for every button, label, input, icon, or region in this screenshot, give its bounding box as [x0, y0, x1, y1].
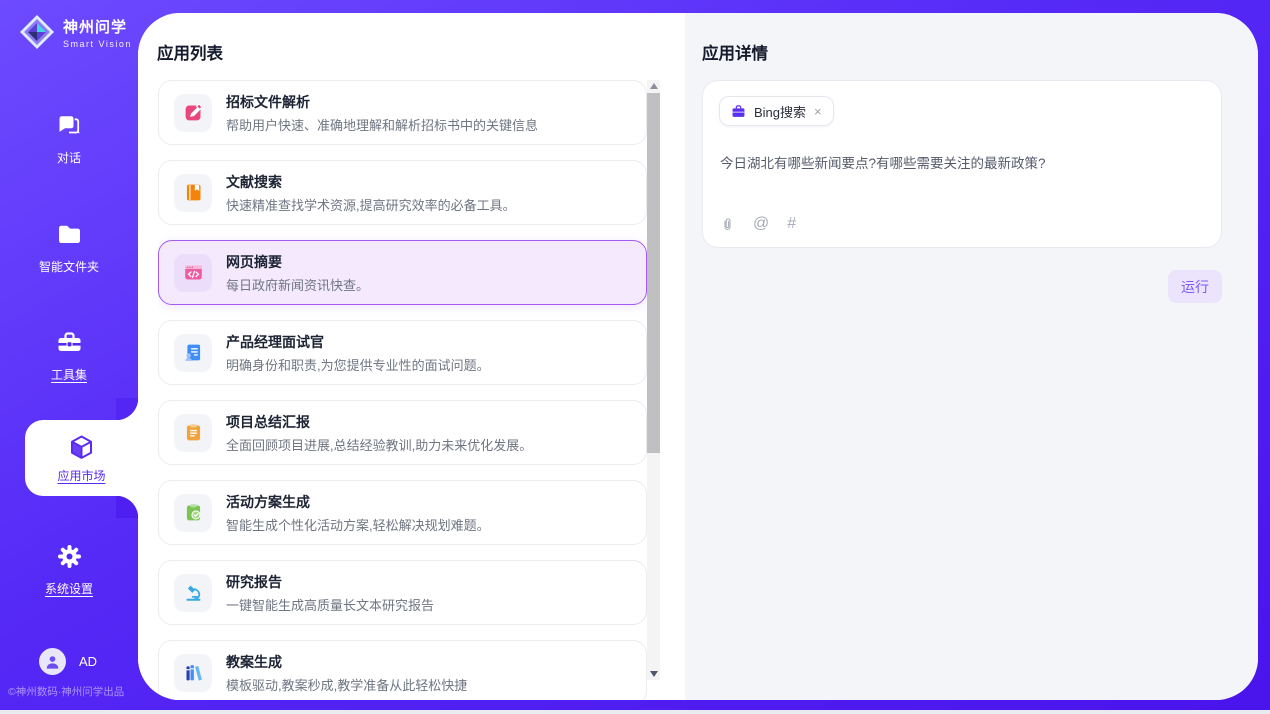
app-card-texts: 文献搜索快速精准查找学术资源,提高研究效率的必备工具。 [226, 172, 516, 214]
sidebar-item-label: 系统设置 [0, 580, 138, 597]
sidebar-item-settings[interactable]: 系统设置 [0, 543, 138, 597]
sidebar-item-market[interactable]: 应用市场 [25, 420, 138, 496]
research-icon [174, 574, 212, 612]
app-card-description: 明确身份和职责,为您提供专业性的面试问题。 [226, 355, 490, 374]
app-card[interactable]: 研究报告一键智能生成高质量长文本研究报告 [158, 560, 647, 625]
app-card-texts: 研究报告一键智能生成高质量长文本研究报告 [226, 572, 434, 614]
scroll-down-arrow-icon[interactable] [650, 671, 658, 677]
app-card-description: 帮助用户快速、准确地理解和解析招标书中的关键信息 [226, 115, 538, 134]
app-detail-panel: 应用详情 Bing搜索 × 今日湖北有哪些新闻要点?有哪些需要关注的最新政策? … [685, 13, 1258, 700]
at-icon[interactable]: @ [753, 215, 769, 233]
briefcase-icon [731, 104, 746, 119]
app-card[interactable]: 文献搜索快速精准查找学术资源,提高研究效率的必备工具。 [158, 160, 647, 225]
query-input[interactable]: 今日湖北有哪些新闻要点?有哪些需要关注的最新政策? [720, 152, 1205, 172]
literature-book-icon [174, 174, 212, 212]
scroll-up-arrow-icon[interactable] [650, 83, 658, 89]
sidebar-item-label: 智能文件夹 [0, 258, 138, 275]
copyright-text: ©神州数码·神州问学出品 [8, 684, 124, 699]
app-detail-title: 应用详情 [702, 40, 768, 64]
app-card-description: 全面回顾项目进展,总结经验教训,助力未来优化发展。 [226, 435, 532, 454]
sidebar: 神州问学 Smart Vision 对话智能文件夹工具集应用市场系统设置 AD … [0, 0, 138, 710]
app-list-panel: 应用列表 招标文件解析帮助用户快速、准确地理解和解析招标书中的关键信息文献搜索快… [138, 13, 685, 700]
sidebar-item-label: 工具集 [0, 366, 138, 383]
sidebar-item-chat[interactable]: 对话 [0, 112, 138, 166]
prompt-editor-card: Bing搜索 × 今日湖北有哪些新闻要点?有哪些需要关注的最新政策? @# [702, 80, 1222, 248]
user-avatar-icon [39, 648, 66, 675]
app-card[interactable]: 招标文件解析帮助用户快速、准确地理解和解析招标书中的关键信息 [158, 80, 647, 145]
lesson-books-icon [174, 654, 212, 692]
sidebar-item-label: 对话 [0, 149, 138, 166]
attachment-toolbar: @# [720, 215, 796, 233]
app-window: 神州问学 Smart Vision 对话智能文件夹工具集应用市场系统设置 AD … [0, 0, 1270, 714]
paperclip-icon[interactable] [720, 216, 735, 233]
app-card[interactable]: 活动方案生成智能生成个性化活动方案,轻松解决规划难题。 [158, 480, 647, 545]
app-card-description: 快速精准查找学术资源,提高研究效率的必备工具。 [226, 195, 516, 214]
app-card-title: 教案生成 [226, 652, 467, 672]
tool-tag-label: Bing搜索 [754, 102, 806, 121]
app-card-description: 一键智能生成高质量长文本研究报告 [226, 595, 434, 614]
app-card-description: 模板驱动,教案秒成,教学准备从此轻松快捷 [226, 675, 467, 694]
app-card-texts: 教案生成模板驱动,教案秒成,教学准备从此轻松快捷 [226, 652, 467, 694]
app-card-texts: 招标文件解析帮助用户快速、准确地理解和解析招标书中的关键信息 [226, 92, 538, 134]
app-card-texts: 活动方案生成智能生成个性化活动方案,轻松解决规划难题。 [226, 492, 490, 534]
diamond-logo-icon [18, 13, 56, 51]
app-card-title: 产品经理面试官 [226, 332, 490, 352]
scrollbar[interactable] [647, 80, 660, 680]
app-card-title: 活动方案生成 [226, 492, 490, 512]
app-card-title: 研究报告 [226, 572, 434, 592]
brand-name: 神州问学 [63, 19, 127, 36]
sidebar-item-folders[interactable]: 智能文件夹 [0, 221, 138, 275]
cube-icon [67, 433, 96, 462]
brand-subtitle: Smart Vision [63, 39, 132, 49]
sidebar-item-tools[interactable]: 工具集 [0, 329, 138, 383]
main-content: 应用列表 招标文件解析帮助用户快速、准确地理解和解析招标书中的关键信息文献搜索快… [138, 13, 1258, 700]
hash-icon[interactable]: # [787, 215, 796, 233]
close-icon[interactable]: × [814, 105, 822, 118]
gear-icon [56, 543, 83, 570]
app-card[interactable]: 网页摘要每日政府新闻资讯快查。 [158, 240, 647, 305]
app-card-title: 文献搜索 [226, 172, 516, 192]
run-button[interactable]: 运行 [1168, 270, 1222, 303]
toolbox-icon [56, 329, 83, 356]
folder-icon [56, 221, 83, 248]
scrollbar-thumb[interactable] [647, 93, 660, 453]
sidebar-item-label: 应用市场 [25, 467, 138, 484]
project-report-icon [174, 414, 212, 452]
app-card-title: 网页摘要 [226, 252, 369, 272]
webpage-code-icon [174, 254, 212, 292]
app-card-title: 招标文件解析 [226, 92, 538, 112]
bid-doc-icon [174, 94, 212, 132]
app-card[interactable]: 项目总结汇报全面回顾项目进展,总结经验教训,助力未来优化发展。 [158, 400, 647, 465]
user-account[interactable]: AD [39, 648, 97, 675]
brand-logo: 神州问学 Smart Vision [18, 13, 132, 51]
app-card-title: 项目总结汇报 [226, 412, 532, 432]
app-list-title: 应用列表 [157, 40, 223, 64]
user-initials: AD [79, 654, 97, 669]
interview-doc-icon [174, 334, 212, 372]
app-card-description: 智能生成个性化活动方案,轻松解决规划难题。 [226, 515, 490, 534]
app-card-description: 每日政府新闻资讯快查。 [226, 275, 369, 294]
app-card-texts: 项目总结汇报全面回顾项目进展,总结经验教训,助力未来优化发展。 [226, 412, 532, 454]
event-plan-icon [174, 494, 212, 532]
app-card-texts: 产品经理面试官明确身份和职责,为您提供专业性的面试问题。 [226, 332, 490, 374]
app-card[interactable]: 产品经理面试官明确身份和职责,为您提供专业性的面试问题。 [158, 320, 647, 385]
app-card-list: 招标文件解析帮助用户快速、准确地理解和解析招标书中的关键信息文献搜索快速精准查找… [158, 80, 647, 700]
app-card[interactable]: 教案生成模板驱动,教案秒成,教学准备从此轻松快捷 [158, 640, 647, 700]
app-card-texts: 网页摘要每日政府新闻资讯快查。 [226, 252, 369, 294]
chat-icon [56, 112, 83, 139]
tool-tag-bing-search[interactable]: Bing搜索 × [719, 96, 834, 126]
